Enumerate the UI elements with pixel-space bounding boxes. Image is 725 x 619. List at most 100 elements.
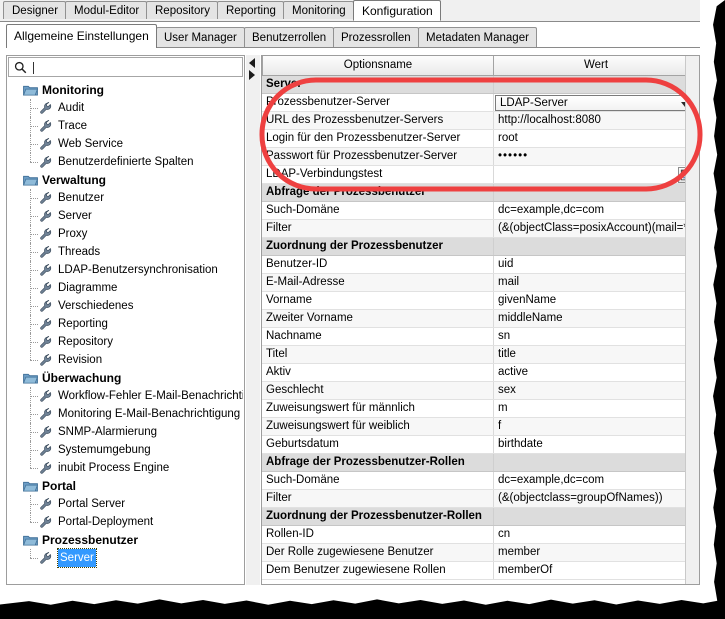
table-row[interactable]: Zuweisungswert für weiblich f bbox=[262, 418, 699, 436]
tree-item-web-service[interactable]: Web Service bbox=[8, 135, 243, 153]
table-row[interactable]: Login für den Prozessbenutzer-Server root bbox=[262, 130, 699, 148]
tree-item-diagramme[interactable]: Diagramme bbox=[8, 279, 243, 297]
table-group-row[interactable]: Abfrage der Prozessbenutzer-Rollen bbox=[262, 454, 699, 472]
search-input[interactable] bbox=[8, 57, 243, 77]
table-row[interactable]: Nachname sn bbox=[262, 328, 699, 346]
tree-item-verwaltung[interactable]: Verwaltung bbox=[8, 171, 243, 189]
main-tab-modul-editor[interactable]: Modul-Editor bbox=[65, 1, 147, 19]
table-row[interactable]: Aktiv active bbox=[262, 364, 699, 382]
process-user-server-dropdown[interactable]: LDAP-Server bbox=[495, 95, 695, 111]
tree-item-systemumgebung[interactable]: Systemumgebung bbox=[8, 441, 243, 459]
triangle-right-icon[interactable] bbox=[249, 70, 255, 80]
main-tab-reporting[interactable]: Reporting bbox=[217, 1, 284, 19]
option-value-cell[interactable]: (&(objectclass=groupOfNames)) bbox=[494, 490, 699, 507]
column-header-wert[interactable]: Wert bbox=[494, 56, 699, 76]
tree-item-repository[interactable]: Repository bbox=[8, 333, 243, 351]
tree-item-threads[interactable]: Threads bbox=[8, 243, 243, 261]
table-group-row[interactable]: Zuordnung der Prozessbenutzer bbox=[262, 238, 699, 256]
table-row[interactable]: Vorname givenName bbox=[262, 292, 699, 310]
option-value-cell[interactable]: cn bbox=[494, 526, 699, 543]
option-value-cell[interactable]: dc=example,dc=com bbox=[494, 202, 699, 219]
main-tab-konfiguration[interactable]: Konfiguration bbox=[353, 0, 441, 21]
tree-item-ldap-benutzersynchronisation[interactable]: LDAP-Benutzersynchronisation bbox=[8, 261, 243, 279]
table-row[interactable]: Such-Domäne dc=example,dc=com bbox=[262, 202, 699, 220]
tree-item-monitoring[interactable]: Monitoring bbox=[8, 81, 243, 99]
table-group-row[interactable]: Server bbox=[262, 76, 699, 94]
option-value-cell[interactable]: f bbox=[494, 418, 699, 435]
table-row[interactable]: Passwort für Prozessbenutzer-Server •••••… bbox=[262, 148, 699, 166]
table-row[interactable]: Rollen-ID cn bbox=[262, 526, 699, 544]
table-row[interactable]: Titel title bbox=[262, 346, 699, 364]
option-value-cell[interactable]: title bbox=[494, 346, 699, 363]
pane-splitter[interactable] bbox=[246, 55, 260, 585]
table-group-row[interactable]: Abfrage der Prozessbenutzer bbox=[262, 184, 699, 202]
table-row[interactable]: LDAP-Verbindungstest bbox=[262, 166, 699, 184]
tree-item-snmp-alarmierung[interactable]: SNMP-Alarmierung bbox=[8, 423, 243, 441]
option-value-cell[interactable]: m bbox=[494, 400, 699, 417]
table-row[interactable]: Der Rolle zugewiesene Benutzer member bbox=[262, 544, 699, 562]
tree-item-monitoring-e-mail-benachrichtigung[interactable]: Monitoring E-Mail-Benachrichtigung bbox=[8, 405, 243, 423]
option-value-cell[interactable]: uid bbox=[494, 256, 699, 273]
main-tab-monitoring[interactable]: Monitoring bbox=[283, 1, 354, 19]
option-value-cell[interactable]: member bbox=[494, 544, 699, 561]
tree-item-verschiedenes[interactable]: Verschiedenes bbox=[8, 297, 243, 315]
table-row[interactable]: Zuweisungswert für männlich m bbox=[262, 400, 699, 418]
main-tab-repository[interactable]: Repository bbox=[146, 1, 218, 19]
table-row[interactable]: Prozessbenutzer-Server LDAP-Server bbox=[262, 94, 699, 112]
table-row[interactable]: Such-Domäne dc=example,dc=com bbox=[262, 472, 699, 490]
main-tab-designer[interactable]: Designer bbox=[3, 1, 66, 19]
tree-item-workflow-fehler-e-mail-benachrichtigung[interactable]: Workflow-Fehler E-Mail-Benachrichtigung bbox=[8, 387, 243, 405]
tree-item-portal-server[interactable]: Portal Server bbox=[8, 495, 243, 513]
configuration-tree[interactable]: Monitoring Audit Trace Web Service Benutzerd… bbox=[8, 78, 243, 583]
folder-icon bbox=[23, 481, 38, 492]
tree-item-proxy[interactable]: Proxy bbox=[8, 225, 243, 243]
tree-item-portal-deployment[interactable]: Portal-Deployment bbox=[8, 513, 243, 531]
option-value-cell[interactable]: memberOf bbox=[494, 562, 699, 579]
tree-item-benutzerdefinierte-spalten[interactable]: Benutzerdefinierte Spalten bbox=[8, 153, 243, 171]
triangle-left-icon[interactable] bbox=[249, 58, 255, 68]
tree-item-portal[interactable]: Portal bbox=[8, 477, 243, 495]
option-value-cell[interactable]: •••••• bbox=[494, 148, 699, 165]
sub-tab-allgemeine-einstellungen[interactable]: Allgemeine Einstellungen bbox=[6, 24, 157, 48]
option-value-cell[interactable]: givenName bbox=[494, 292, 699, 309]
vertical-scrollbar[interactable] bbox=[685, 56, 699, 584]
table-row[interactable]: E-Mail-Adresse mail bbox=[262, 274, 699, 292]
tree-item-trace[interactable]: Trace bbox=[8, 117, 243, 135]
tree-item-server[interactable]: Server bbox=[8, 207, 243, 225]
option-value-cell[interactable]: active bbox=[494, 364, 699, 381]
option-value-cell[interactable]: birthdate bbox=[494, 436, 699, 453]
table-row[interactable]: Filter (&(objectClass=posixAccount)(mail=… bbox=[262, 220, 699, 238]
tree-item-reporting[interactable]: Reporting bbox=[8, 315, 243, 333]
table-row[interactable]: Geschlecht sex bbox=[262, 382, 699, 400]
wrench-icon bbox=[40, 336, 52, 348]
column-header-optionsname[interactable]: Optionsname bbox=[262, 56, 494, 76]
option-value-cell[interactable]: http://localhost:8080 bbox=[494, 112, 699, 129]
tree-item-server[interactable]: Server bbox=[8, 548, 243, 568]
sub-tab-benutzerrollen[interactable]: Benutzerrollen bbox=[244, 27, 334, 47]
table-row[interactable]: Filter (&(objectclass=groupOfNames)) bbox=[262, 490, 699, 508]
tree-item-inubit-process-engine[interactable]: inubit Process Engine bbox=[8, 459, 243, 477]
tree-item-audit[interactable]: Audit bbox=[8, 99, 243, 117]
option-value-cell[interactable]: dc=example,dc=com bbox=[494, 472, 699, 489]
option-value-cell bbox=[494, 508, 699, 525]
option-value-cell[interactable]: middleName bbox=[494, 310, 699, 327]
table-row[interactable]: Dem Benutzer zugewiesene Rollen memberOf bbox=[262, 562, 699, 580]
tree-item-revision[interactable]: Revision bbox=[8, 351, 243, 369]
tree-item-prozessbenutzer[interactable]: Prozessbenutzer bbox=[8, 531, 243, 549]
table-row[interactable]: Zweiter Vorname middleName bbox=[262, 310, 699, 328]
option-value-cell[interactable]: mail bbox=[494, 274, 699, 291]
tree-connector-vertical bbox=[30, 405, 31, 423]
tree-item-überwachung[interactable]: Überwachung bbox=[8, 369, 243, 387]
option-value-cell[interactable]: (&(objectClass=posixAccount)(mail=*)) bbox=[494, 220, 699, 237]
table-row[interactable]: URL des Prozessbenutzer-Servers http://lo… bbox=[262, 112, 699, 130]
tree-item-benutzer[interactable]: Benutzer bbox=[8, 189, 243, 207]
table-row[interactable]: Geburtsdatum birthdate bbox=[262, 436, 699, 454]
sub-tab-user-manager[interactable]: User Manager bbox=[156, 27, 245, 47]
option-value-cell[interactable]: sn bbox=[494, 328, 699, 345]
table-row[interactable]: Benutzer-ID uid bbox=[262, 256, 699, 274]
table-group-row[interactable]: Zuordnung der Prozessbenutzer-Rollen bbox=[262, 508, 699, 526]
option-value-cell[interactable]: sex bbox=[494, 382, 699, 399]
sub-tab-prozessrollen[interactable]: Prozessrollen bbox=[333, 27, 419, 47]
option-value-cell[interactable]: root bbox=[494, 130, 699, 147]
sub-tab-metadaten-manager[interactable]: Metadaten Manager bbox=[418, 27, 537, 47]
